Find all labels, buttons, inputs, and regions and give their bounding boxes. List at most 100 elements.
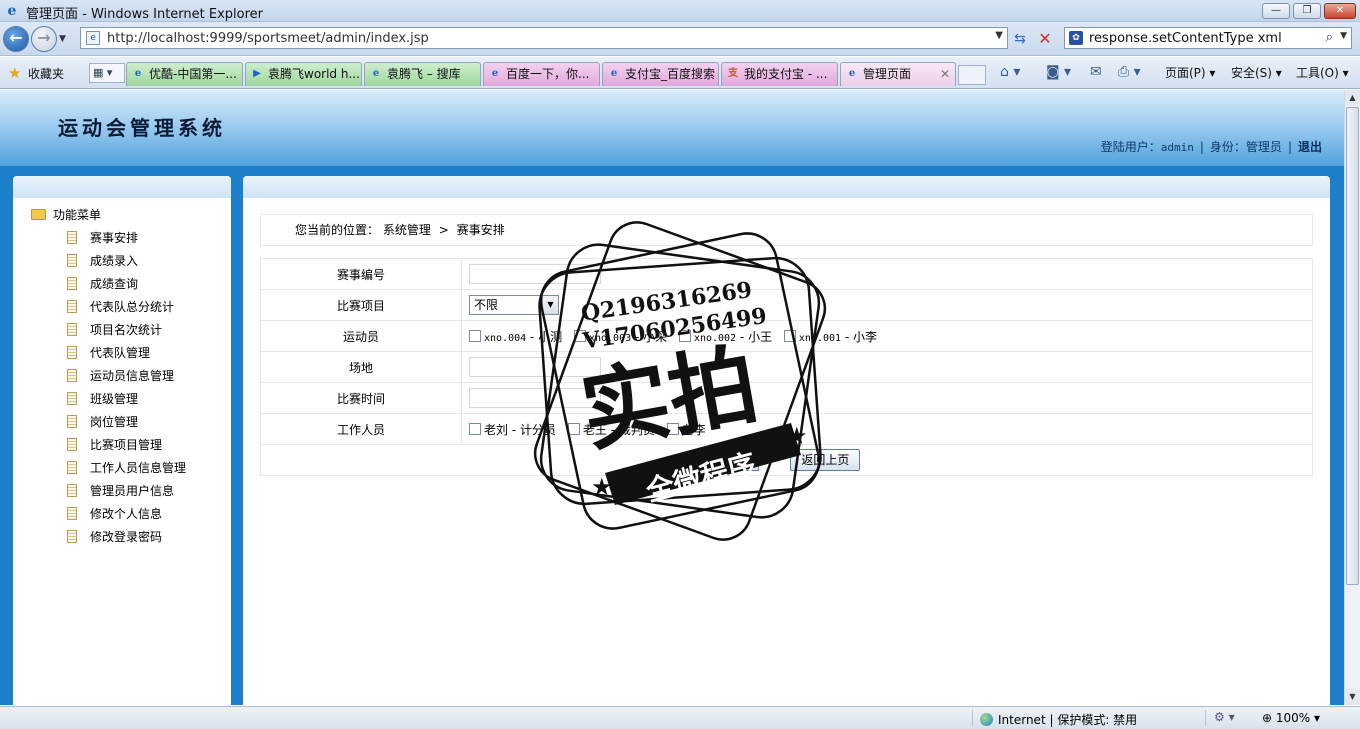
- globe-icon: [980, 713, 993, 726]
- video-icon: ▶: [253, 68, 261, 79]
- sidebar-item-score-query[interactable]: 成绩查询: [67, 276, 186, 299]
- maximize-button[interactable]: ❐: [1293, 3, 1321, 19]
- stop-icon[interactable]: ✕: [1036, 30, 1054, 48]
- close-window-button[interactable]: ✕: [1324, 3, 1356, 19]
- document-icon: [67, 323, 77, 336]
- address-url[interactable]: http://localhost:9999/sportsmeet/admin/i…: [107, 31, 429, 46]
- chevron-down-icon[interactable]: ▼: [542, 296, 558, 314]
- history-dropdown-icon[interactable]: ▼: [59, 34, 66, 44]
- document-icon: [67, 346, 77, 359]
- mail-icon[interactable]: ✉: [1090, 64, 1102, 80]
- new-tab-button[interactable]: [958, 65, 986, 85]
- document-icon: [67, 300, 77, 313]
- staff-checkbox[interactable]: 老李: [666, 421, 706, 438]
- page-scrollbar[interactable]: ▲ ▼: [1344, 90, 1360, 705]
- sidebar-item-admin-users[interactable]: 管理员用户信息: [67, 483, 186, 506]
- checkbox-icon[interactable]: [666, 422, 679, 435]
- address-dropdown-icon[interactable]: ▼: [995, 30, 1003, 41]
- home-icon[interactable]: ⌂ ▾: [1000, 64, 1020, 80]
- checkbox-icon[interactable]: [567, 422, 580, 435]
- sidebar-item-event-management[interactable]: 比赛项目管理: [67, 437, 186, 460]
- role-value: 管理员: [1245, 140, 1282, 154]
- checkbox-icon[interactable]: [469, 422, 481, 435]
- menu-root[interactable]: 功能菜单: [31, 206, 101, 223]
- checkbox-icon[interactable]: [783, 329, 796, 342]
- sidebar-item-staff-management[interactable]: 工作人员信息管理: [67, 460, 186, 483]
- breadcrumb-level2: 赛事安排: [456, 223, 505, 237]
- athlete-checkbox[interactable]: xno.003 - 小采: [573, 328, 667, 345]
- venue-input[interactable]: [469, 357, 601, 377]
- staff-checkbox[interactable]: 老王 - 裁判员: [567, 421, 655, 438]
- match-no-input[interactable]: [469, 264, 601, 284]
- minimize-button[interactable]: —: [1262, 3, 1290, 19]
- form-row-event: 比赛项目 不限 ▼: [260, 289, 1313, 321]
- security-zone[interactable]: Internet | 保护模式: 禁用: [980, 711, 1137, 728]
- back-button[interactable]: ←: [3, 26, 29, 52]
- safety-menu[interactable]: 安全(S) ▾: [1231, 64, 1282, 81]
- sidebar-item-score-entry[interactable]: 成绩录入: [67, 253, 186, 276]
- quick-tabs-icon[interactable]: ▦ ▾: [89, 63, 125, 83]
- forward-button[interactable]: →: [31, 26, 57, 52]
- tab-admin-page[interactable]: e 管理页面 ✕: [840, 62, 956, 86]
- favorites-bar: ★ 收藏夹 ▦ ▾ e 优酷-中国第一... ▶ 袁腾飞world h... e…: [0, 57, 1360, 89]
- search-input[interactable]: ✿ response.setContentType xml ⌕ ▼: [1064, 27, 1352, 49]
- sidebar-item-team-management[interactable]: 代表队管理: [67, 345, 186, 368]
- site-header: 运动会管理系统 登陆用户：admin | 身份：管理员 | 退出: [0, 90, 1344, 166]
- tab-label: 百度一下，你...: [506, 67, 590, 81]
- favorites-button[interactable]: 收藏夹: [28, 65, 64, 82]
- event-select[interactable]: 不限 ▼: [469, 295, 559, 315]
- search-text[interactable]: response.setContentType xml: [1089, 31, 1282, 46]
- document-icon: [67, 438, 77, 451]
- sidebar-item-change-password[interactable]: 修改登录密码: [67, 529, 186, 552]
- search-dropdown-icon[interactable]: ▼: [1340, 31, 1347, 41]
- checkbox-icon[interactable]: [678, 329, 691, 342]
- page-menu[interactable]: 页面(P) ▾: [1165, 64, 1215, 81]
- breadcrumb-level1[interactable]: 系统管理: [383, 223, 431, 237]
- checkbox-icon[interactable]: [469, 329, 481, 342]
- sidebar-item-athlete-management[interactable]: 运动员信息管理: [67, 368, 186, 391]
- submit-button[interactable]: 提交: [712, 449, 759, 471]
- zoom-level[interactable]: ⊕ 100% ▾: [1262, 711, 1320, 725]
- athlete-checkbox[interactable]: xno.002 - 小王: [678, 328, 772, 345]
- sidebar-item-post-management[interactable]: 岗位管理: [67, 414, 186, 437]
- print-icon[interactable]: ⎙ ▾: [1118, 64, 1141, 80]
- time-input[interactable]: [469, 388, 601, 408]
- ie-page-icon: e: [848, 68, 856, 79]
- athlete-checkbox[interactable]: xno.001 - 小李: [783, 328, 877, 345]
- checkbox-icon[interactable]: [573, 329, 586, 342]
- tab-youku[interactable]: e 优酷-中国第一...: [126, 62, 243, 86]
- sidebar-item-team-totals[interactable]: 代表队总分统计: [67, 299, 186, 322]
- page-icon: e: [86, 31, 100, 45]
- sidebar-item-edit-profile[interactable]: 修改个人信息: [67, 506, 186, 529]
- feeds-icon[interactable]: ◙ ▾: [1046, 64, 1071, 80]
- sidebar-item-event-ranking[interactable]: 项目名次统计: [67, 322, 186, 345]
- sidebar-item-match-schedule[interactable]: 赛事安排: [67, 230, 186, 253]
- document-icon: [67, 277, 77, 290]
- tab-baidu[interactable]: e 百度一下，你...: [483, 62, 600, 86]
- address-input[interactable]: e http://localhost:9999/sportsmeet/admin…: [80, 27, 1008, 49]
- sidebar-item-class-management[interactable]: 班级管理: [67, 391, 186, 414]
- logout-link[interactable]: 退出: [1298, 140, 1322, 154]
- ie-page-icon: e: [491, 68, 499, 79]
- scroll-up-icon[interactable]: ▲: [1345, 90, 1360, 106]
- search-provider-icon[interactable]: ✿: [1069, 31, 1083, 45]
- close-tab-icon[interactable]: ✕: [940, 63, 950, 85]
- protected-mode-icon[interactable]: ⚙ ▾: [1214, 710, 1235, 724]
- main-content: 您当前的位置： 系统管理 > 赛事安排 赛事编号 比赛项目 不限 ▼ 运动员 xn…: [243, 176, 1330, 705]
- tab-soku[interactable]: e 袁腾飞 – 搜库: [364, 62, 481, 86]
- login-user: admin: [1160, 141, 1194, 154]
- scroll-thumb[interactable]: [1346, 107, 1359, 585]
- athlete-checkbox[interactable]: xno.004 - 小测: [469, 328, 562, 345]
- search-icon[interactable]: ⌕: [1326, 30, 1333, 45]
- favorites-star-icon[interactable]: ★: [8, 64, 21, 82]
- tab-label: 管理页面: [863, 67, 912, 81]
- refresh-icon[interactable]: ⇆: [1011, 30, 1029, 48]
- tab-alipay-search[interactable]: e 支付宝_百度搜索: [602, 62, 719, 86]
- scroll-down-icon[interactable]: ▼: [1345, 689, 1360, 705]
- status-bar: Internet | 保护模式: 禁用 ⚙ ▾ ⊕ 100% ▾: [0, 706, 1360, 729]
- back-page-button[interactable]: 返回上页: [790, 449, 861, 471]
- tab-yuantengfei-world[interactable]: ▶ 袁腾飞world h...: [245, 62, 362, 86]
- tools-menu[interactable]: 工具(O) ▾: [1296, 64, 1349, 81]
- tab-my-alipay[interactable]: 支 我的支付宝 - ...: [721, 62, 838, 86]
- staff-checkbox[interactable]: 老刘 - 计分员: [469, 421, 556, 438]
